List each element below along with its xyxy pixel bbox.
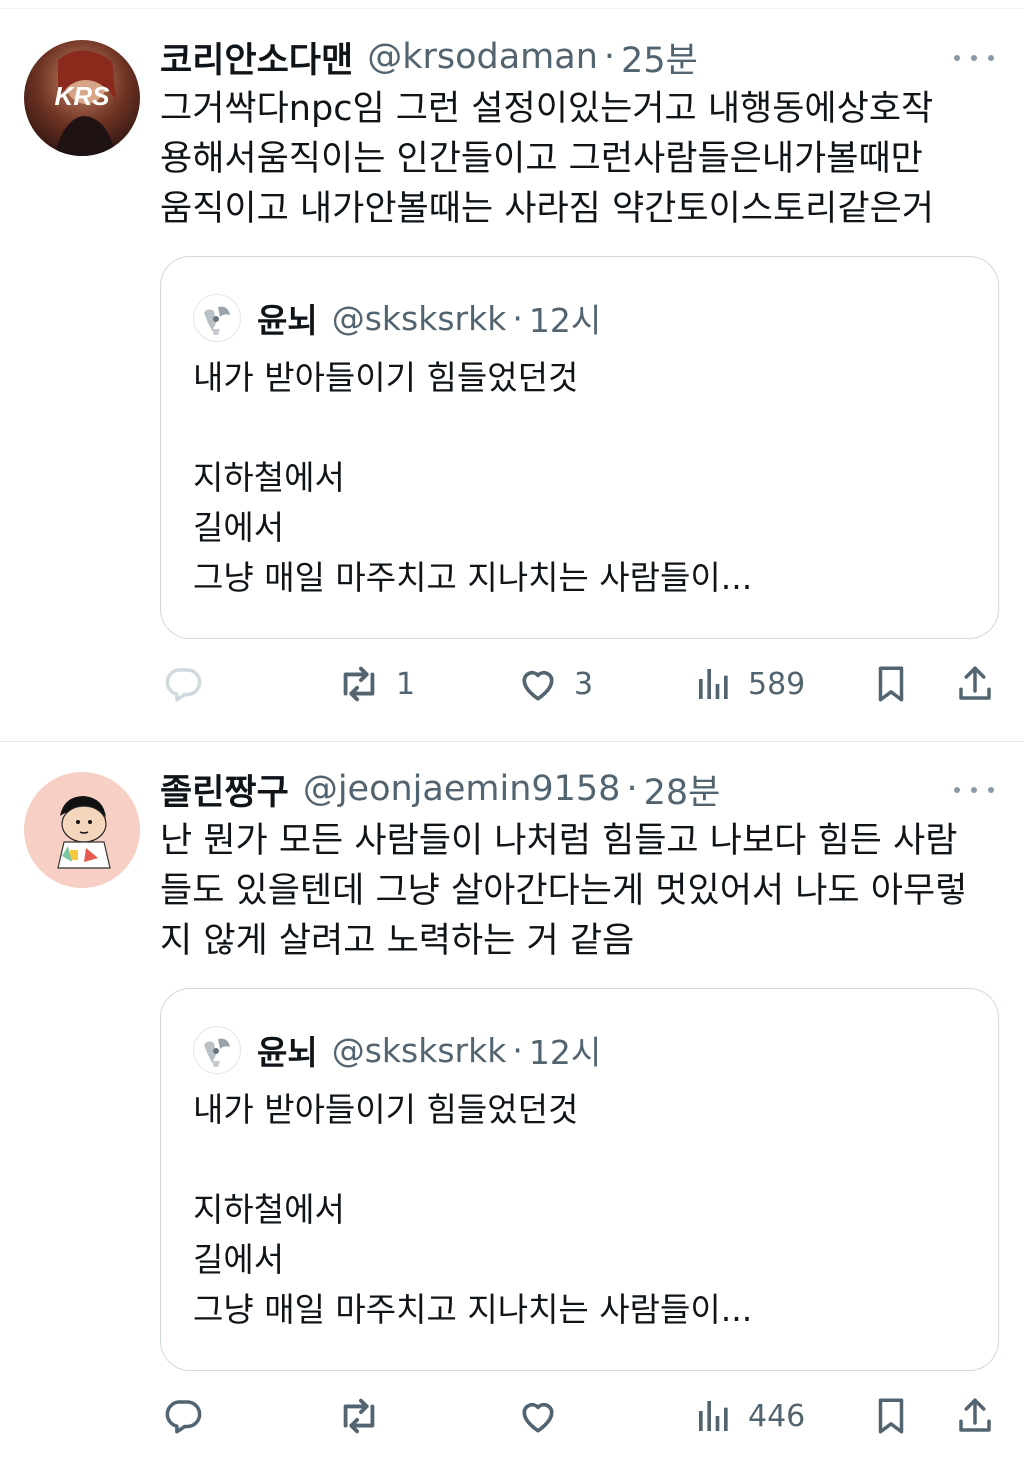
quoted-tweet[interactable]: 윤뇌 @sksksrkk · 12시 내가 받아들이기 힘들었던것 지하철에서 … [160,256,999,639]
quote-header: 윤뇌 @sksksrkk · 12시 [193,1025,601,1075]
like-icon [522,670,554,701]
author-handle[interactable]: @krsodaman [367,37,598,77]
quoted-tweet[interactable]: 윤뇌 @sksksrkk · 12시 내가 받아들이기 힘들었던것 지하철에서 … [160,988,999,1371]
bookmark-button[interactable] [870,1388,912,1444]
like-button[interactable]: 3 [516,656,593,712]
separator-dot: · [626,769,638,809]
more-icon[interactable] [954,780,994,800]
quote-author-handle: @sksksrkk [331,298,507,338]
more-icon[interactable] [954,48,994,68]
bookmark-icon [878,1398,904,1434]
views-icon [699,669,728,699]
tweet-text: 난 뭔가 모든 사람들이 나처럼 힘들고 나보다 힘든 사람 들도 있을텐데 그… [160,821,968,961]
quote-text: 내가 받아들이기 힘들었던것 지하철에서 길에서 그냥 매일 마주치고 지나치는… [193,358,753,597]
retweet-button[interactable]: 1 [336,656,415,712]
separator-dot: · [512,298,523,338]
quote-header: 윤뇌 @sksksrkk · 12시 [193,293,601,343]
reply-icon [165,1400,202,1434]
avatar[interactable] [24,772,140,888]
view-count: 589 [748,666,806,702]
like-icon [522,1402,554,1433]
quote-author-name: 윤뇌 [257,1033,318,1072]
views-button[interactable]: 446 [694,1388,805,1444]
like-button[interactable] [516,1388,560,1444]
author-name[interactable]: 졸린짱구 [160,764,289,815]
share-button[interactable] [954,656,996,712]
quote-author-name: 윤뇌 [257,301,318,340]
views-icon [699,1401,728,1431]
tweet-divider [0,741,1024,742]
view-count: 446 [748,1398,806,1434]
retweet-count: 1 [396,666,416,702]
bookmark-button[interactable] [870,656,912,712]
tweet-header: 졸린짱구 @jeonjaemin9158 · 28분 [160,764,720,814]
separator-dot: · [603,37,616,77]
quote-avatar [193,294,241,342]
timestamp[interactable]: 25분 [621,32,698,83]
top-separator [0,8,1024,9]
views-button[interactable]: 589 [694,656,805,712]
quote-author-handle: @sksksrkk [331,1030,507,1070]
reply-button[interactable] [162,1388,204,1444]
share-button[interactable] [954,1388,996,1444]
action-bar: 1 3 589 [0,656,1024,712]
quote-timestamp: 12시 [528,301,602,340]
tweet-header: 코리안소다맨 @krsodaman · 25분 [160,32,698,82]
quote-text: 내가 받아들이기 힘들었던것 지하철에서 길에서 그냥 매일 마주치고 지나치는… [193,1090,753,1329]
retweet-icon [343,666,375,702]
action-bar: 446 [0,1388,1024,1444]
avatar[interactable]: KRS [24,40,140,156]
author-handle[interactable]: @jeonjaemin9158 [303,769,621,809]
like-count: 3 [574,666,594,702]
share-icon [959,1398,991,1432]
separator-dot: · [512,1030,523,1070]
tweet-text: 그거싹다npc임 그런 설정이있는거고 내행동에상호작 용해서움직이는 인간들이… [160,89,934,229]
reply-button[interactable] [162,656,204,712]
bookmark-icon [878,666,904,702]
author-name[interactable]: 코리안소다맨 [160,32,353,83]
timestamp[interactable]: 28분 [644,764,721,815]
reply-icon [165,668,202,702]
quote-avatar [193,1026,241,1074]
retweet-button[interactable] [336,1388,382,1444]
retweet-icon [343,1398,375,1434]
share-icon [959,666,991,700]
quote-timestamp: 12시 [528,1033,602,1072]
krs-logo: KRS [55,81,111,111]
